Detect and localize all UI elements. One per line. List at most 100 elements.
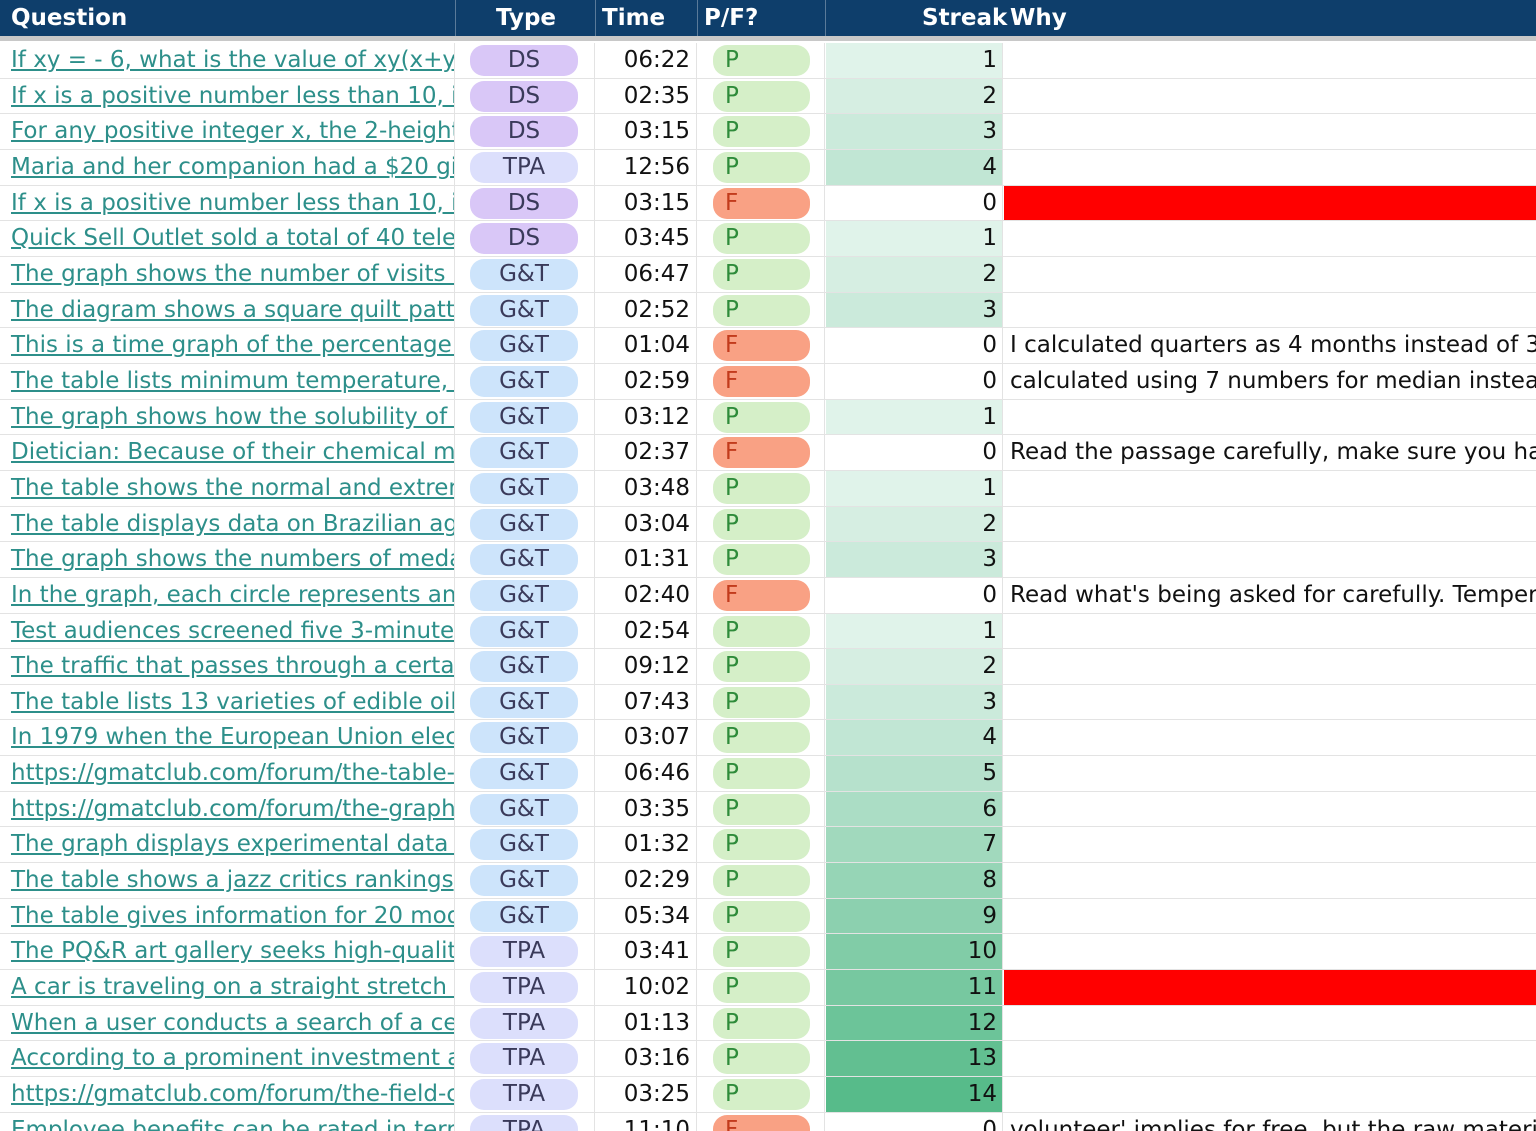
pass-fail-cell[interactable]: F xyxy=(698,328,825,363)
why-cell[interactable] xyxy=(1004,114,1536,149)
streak-cell[interactable]: 6 xyxy=(826,791,1003,827)
type-chip[interactable]: TPA xyxy=(470,936,578,968)
streak-cell[interactable]: 9 xyxy=(826,898,1003,934)
question-link[interactable]: The table gives information for 20 mod xyxy=(11,903,454,929)
question-link[interactable]: The graph shows the number of visits a xyxy=(11,261,454,287)
why-cell[interactable] xyxy=(1004,1077,1536,1112)
time-cell[interactable]: 03:45 xyxy=(596,221,697,256)
pass-fail-chip[interactable]: P xyxy=(713,472,810,504)
question-link[interactable]: The table lists minimum temperature, r xyxy=(11,368,454,394)
question-cell[interactable]: The PQ&R art gallery seeks high-qualit xyxy=(0,934,455,970)
type-chip[interactable]: G&T xyxy=(470,258,578,290)
streak-cell[interactable]: 2 xyxy=(826,256,1003,292)
time-cell[interactable]: 01:31 xyxy=(596,542,697,577)
type-cell[interactable]: G&T xyxy=(456,435,595,470)
type-cell[interactable]: DS xyxy=(456,221,595,256)
why-cell[interactable]: I calculated quarters as 4 months instea… xyxy=(1004,328,1536,363)
question-link[interactable]: When a user conducts a search of a ce xyxy=(11,1010,454,1036)
time-cell[interactable]: 03:15 xyxy=(596,185,697,221)
pass-fail-cell[interactable]: P xyxy=(698,399,825,435)
pass-fail-chip[interactable]: P xyxy=(713,80,810,112)
pass-fail-chip[interactable]: F xyxy=(713,187,810,219)
type-chip[interactable]: TPA xyxy=(470,972,578,1004)
pass-fail-chip[interactable]: P xyxy=(713,793,810,825)
question-cell[interactable]: The table shows the normal and extrem xyxy=(0,470,455,506)
header-pf[interactable]: P/F? xyxy=(704,0,758,36)
why-cell[interactable] xyxy=(1004,507,1536,542)
pass-fail-cell[interactable]: P xyxy=(698,542,825,577)
pass-fail-chip[interactable]: P xyxy=(713,972,810,1004)
type-cell[interactable]: G&T xyxy=(456,506,595,542)
why-cell[interactable] xyxy=(1004,79,1536,114)
time-cell[interactable]: 02:52 xyxy=(596,292,697,328)
question-cell[interactable]: If x is a positive number less than 10, … xyxy=(0,185,455,221)
pass-fail-cell[interactable]: P xyxy=(698,827,825,863)
question-cell[interactable]: The graph shows the numbers of meda xyxy=(0,542,455,577)
type-cell[interactable]: G&T xyxy=(456,827,595,863)
pass-fail-cell[interactable]: P xyxy=(698,613,825,649)
time-cell[interactable]: 09:12 xyxy=(596,649,697,684)
question-link[interactable]: A car is traveling on a straight stretch… xyxy=(11,974,454,1000)
pass-fail-cell[interactable]: F xyxy=(698,1112,825,1131)
header-why[interactable]: Why xyxy=(1010,0,1067,36)
type-cell[interactable]: TPA xyxy=(456,934,595,970)
question-cell[interactable]: When a user conducts a search of a ce xyxy=(0,1005,455,1041)
streak-cell[interactable]: 0 xyxy=(826,328,1003,363)
pass-fail-cell[interactable]: P xyxy=(698,292,825,328)
time-cell[interactable]: 03:48 xyxy=(596,470,697,506)
why-cell[interactable] xyxy=(1004,542,1536,577)
pass-fail-chip[interactable]: F xyxy=(713,365,810,397)
time-cell[interactable]: 03:12 xyxy=(596,399,697,435)
pass-fail-chip[interactable]: P xyxy=(713,258,810,290)
pass-fail-chip[interactable]: P xyxy=(713,1043,810,1075)
type-cell[interactable]: G&T xyxy=(456,649,595,684)
type-chip[interactable]: TPA xyxy=(470,1007,578,1039)
pass-fail-chip[interactable]: P xyxy=(713,829,810,861)
pass-fail-cell[interactable]: P xyxy=(698,898,825,934)
why-cell[interactable] xyxy=(1004,720,1536,755)
type-chip[interactable]: DS xyxy=(470,223,578,255)
type-chip[interactable]: G&T xyxy=(470,615,578,647)
question-cell[interactable]: The traffic that passes through a certai xyxy=(0,649,455,684)
pass-fail-cell[interactable]: P xyxy=(698,720,825,756)
type-chip[interactable]: G&T xyxy=(470,829,578,861)
question-cell[interactable]: This is a time graph of the percentage i xyxy=(0,328,455,363)
time-cell[interactable]: 11:10 xyxy=(596,1112,697,1131)
question-cell[interactable]: The graph shows the number of visits a xyxy=(0,256,455,292)
question-cell[interactable]: The table lists 13 varieties of edible o… xyxy=(0,684,455,720)
why-cell[interactable] xyxy=(1004,185,1536,221)
pass-fail-cell[interactable]: P xyxy=(698,684,825,720)
type-cell[interactable]: TPA xyxy=(456,1005,595,1041)
type-chip[interactable]: DS xyxy=(470,187,578,219)
why-cell[interactable] xyxy=(1004,685,1536,720)
type-cell[interactable]: DS xyxy=(456,43,595,78)
type-chip[interactable]: TPA xyxy=(470,1114,578,1131)
why-cell[interactable]: Read what's being asked for carefully. T… xyxy=(1004,578,1536,613)
streak-cell[interactable]: 0 xyxy=(826,1112,1003,1131)
time-cell[interactable]: 03:41 xyxy=(596,934,697,970)
question-cell[interactable]: Test audiences screened five 3-minute xyxy=(0,613,455,649)
why-cell[interactable] xyxy=(1004,43,1536,78)
question-cell[interactable]: If x is a positive number less than 10, … xyxy=(0,78,455,114)
question-link[interactable]: The table displays data on Brazilian agr xyxy=(11,511,454,537)
streak-cell[interactable]: 0 xyxy=(826,435,1003,470)
type-chip[interactable]: G&T xyxy=(470,294,578,326)
time-cell[interactable]: 03:25 xyxy=(596,1077,697,1112)
time-cell[interactable]: 02:35 xyxy=(596,78,697,114)
question-cell[interactable]: According to a prominent investment ad xyxy=(0,1041,455,1077)
pass-fail-cell[interactable]: P xyxy=(698,506,825,542)
type-cell[interactable]: G&T xyxy=(456,577,595,613)
question-cell[interactable]: For any positive integer x, the 2-height xyxy=(0,114,455,149)
pass-fail-cell[interactable]: P xyxy=(698,970,825,1005)
why-cell[interactable] xyxy=(1004,649,1536,684)
type-chip[interactable]: G&T xyxy=(470,758,578,790)
type-cell[interactable]: DS xyxy=(456,114,595,149)
pass-fail-chip[interactable]: P xyxy=(713,651,810,683)
pass-fail-chip[interactable]: P xyxy=(713,151,810,183)
type-cell[interactable]: G&T xyxy=(456,720,595,756)
question-cell[interactable]: Employee benefits can be rated in term xyxy=(0,1112,455,1131)
pass-fail-cell[interactable]: P xyxy=(698,149,825,185)
streak-cell[interactable]: 1 xyxy=(826,399,1003,435)
type-cell[interactable]: TPA xyxy=(456,970,595,1005)
question-link[interactable]: If xy = - 6, what is the value of xy(x+y… xyxy=(11,47,454,73)
